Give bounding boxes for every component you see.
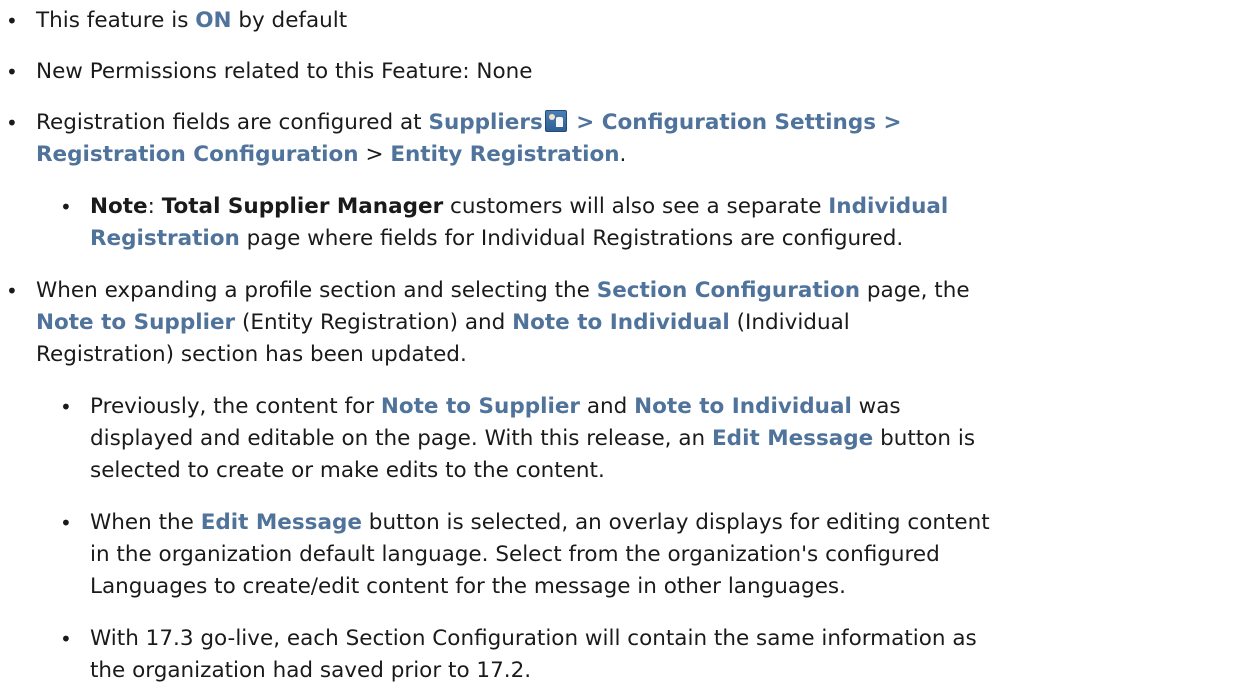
sub-item-2-line2: in the organization default language. Se…: [90, 539, 940, 571]
text-run: page, the: [860, 278, 970, 303]
bullet-marker: •: [6, 9, 18, 33]
ui-path-link[interactable]: Edit Message: [712, 426, 873, 451]
text-run: and: [580, 394, 635, 419]
text-run: in the organization default language. Se…: [90, 542, 940, 567]
sub-item-2-line1: When the Edit Message button is selected…: [90, 507, 990, 539]
bullet-marker: •: [6, 60, 18, 84]
ui-path-link[interactable]: Note to Supplier: [381, 394, 580, 419]
bullet-registration-fields-line2: Registration Configuration > Entity Regi…: [36, 139, 626, 171]
sub-item-1-line1: Previously, the content for Note to Supp…: [90, 391, 901, 423]
text-run: .: [619, 142, 627, 167]
text-run: displayed and editable on the page. With…: [90, 426, 712, 451]
text-run: (Individual: [729, 310, 850, 335]
sub-item-3-line2: the organization had saved prior to 17.2…: [90, 655, 531, 687]
text-run: :: [147, 194, 162, 219]
ui-path-link[interactable]: > Configuration Settings >: [569, 110, 901, 135]
bullet-new-permissions: New Permissions related to this Feature:…: [36, 56, 533, 88]
note-tsm-line2: Registration page where fields for Indiv…: [90, 223, 903, 255]
bullet-marker: •: [6, 111, 18, 135]
text-run: >: [358, 142, 391, 167]
text-run: When expanding a profile section and sel…: [36, 278, 597, 303]
bullet-marker: •: [6, 279, 18, 303]
ui-path-link[interactable]: Suppliers: [428, 110, 542, 135]
bullet-section-config-line2: Note to Supplier (Entity Registration) a…: [36, 307, 850, 339]
text-run: Registration fields are configured at: [36, 110, 429, 135]
sub-bullet-marker: •: [60, 511, 72, 535]
text-run: When the: [90, 510, 201, 535]
sub-bullet-marker: •: [60, 395, 72, 419]
note-tsm-line1: Note: Total Supplier Manager customers w…: [90, 191, 948, 223]
text-run: Registration) section has been updated.: [36, 342, 467, 367]
ui-path-link[interactable]: Section Configuration: [597, 278, 860, 303]
bold-text: Note: [90, 194, 148, 219]
text-run: selected to create or make edits to the …: [90, 458, 605, 483]
text-run: This feature is: [36, 8, 196, 33]
ui-path-link[interactable]: Registration Configuration: [36, 142, 359, 167]
text-run: button is selected, an overlay displays …: [361, 510, 990, 535]
ui-path-link[interactable]: Note to Individual: [634, 394, 852, 419]
sub-item-3-line1: With 17.3 go-live, each Section Configur…: [90, 623, 977, 655]
sub-item-2-line3: Languages to create/edit content for the…: [90, 571, 846, 603]
text-run: With 17.3 go-live, each Section Configur…: [90, 626, 977, 651]
bullet-registration-fields-line1: Registration fields are configured at Su…: [36, 107, 902, 139]
bold-text: Total Supplier Manager: [161, 194, 444, 219]
suppliers-icon: [544, 110, 567, 132]
sub-item-1-line3: selected to create or make edits to the …: [90, 455, 605, 487]
ui-path-link[interactable]: Entity Registration: [390, 142, 619, 167]
text-run: page where fields for Individual Registr…: [239, 226, 904, 251]
text-run: (Entity Registration) and: [235, 310, 513, 335]
text-run: Previously, the content for: [90, 394, 381, 419]
ui-path-link[interactable]: Registration: [90, 226, 240, 251]
text-run: Languages to create/edit content for the…: [90, 574, 846, 599]
sub-item-1-line2: displayed and editable on the page. With…: [90, 423, 975, 455]
sub-bullet-marker: •: [60, 195, 72, 219]
ui-path-link[interactable]: ON: [195, 8, 231, 33]
bullet-default-on: This feature is ON by default: [36, 5, 347, 37]
text-run: was: [851, 394, 901, 419]
ui-path-link[interactable]: Note to Supplier: [36, 310, 235, 335]
bullet-section-config-line3: Registration) section has been updated.: [36, 339, 467, 371]
bullet-section-config-line1: When expanding a profile section and sel…: [36, 275, 970, 307]
ui-path-link[interactable]: Edit Message: [201, 510, 362, 535]
ui-path-link[interactable]: Individual: [828, 194, 948, 219]
text-run: customers will also see a separate: [443, 194, 829, 219]
ui-path-link[interactable]: Note to Individual: [512, 310, 730, 335]
text-run: by default: [231, 8, 348, 33]
text-run: button is: [873, 426, 976, 451]
text-run: New Permissions related to this Feature:…: [36, 59, 533, 84]
sub-bullet-marker: •: [60, 627, 72, 651]
